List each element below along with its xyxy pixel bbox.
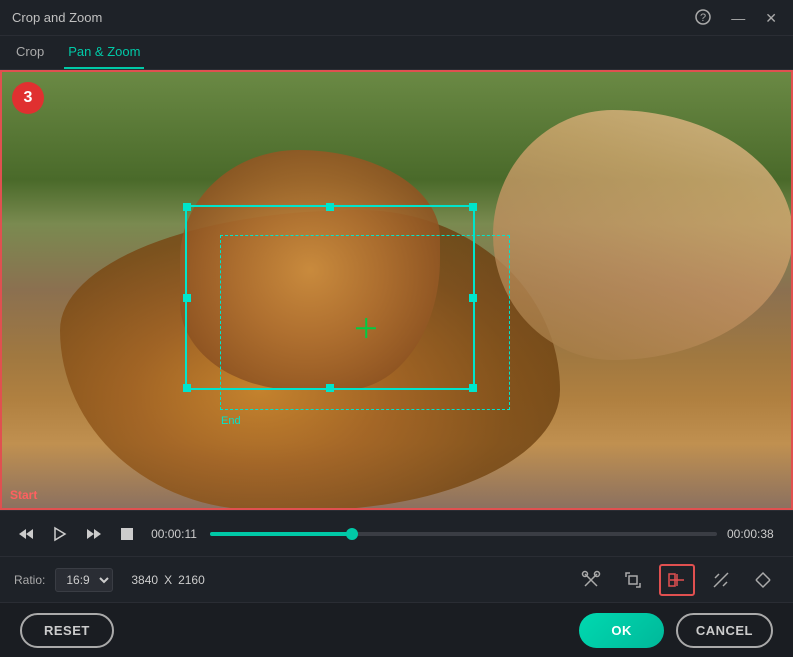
link-icon [711,570,731,590]
ratio-select[interactable]: 16:9 [55,568,113,592]
help-icon: ? [695,9,711,25]
minimize-button[interactable]: — [727,9,749,27]
close-button[interactable]: ✕ [761,9,781,27]
scissors-icon [581,570,601,590]
play-pause-button[interactable] [48,522,72,546]
action-bar: RESET OK CANCEL [0,602,793,657]
tab-crop[interactable]: Crop [12,36,48,69]
transport-bar: 00:00:11 00:00:38 [0,510,793,556]
action-right-buttons: OK CANCEL [579,613,773,648]
cancel-button[interactable]: CANCEL [676,613,773,648]
step-back-icon [18,526,34,542]
progress-bar[interactable] [210,532,717,536]
dog-head [180,150,440,390]
svg-text:?: ? [700,12,706,24]
stop-button[interactable] [116,523,138,545]
step-back-button[interactable] [14,522,38,546]
window-title: Crop and Zoom [12,10,102,25]
ok-button[interactable]: OK [579,613,664,648]
play-forward-button[interactable] [82,522,106,546]
settings-bar: Ratio: 16:9 3840 X 2160 [0,556,793,602]
dimension-display: 3840 X 2160 [131,573,204,587]
progress-fill [210,532,352,536]
play-icon [52,526,68,542]
frame-badge: 3 [12,82,44,114]
scissors-button[interactable] [575,566,607,594]
help-button[interactable]: ? [691,7,715,29]
current-time: 00:00:11 [148,527,200,541]
ratio-label: Ratio: [14,573,45,587]
reset-button[interactable]: RESET [20,613,114,648]
video-area: 3 End Start [0,70,793,510]
start-label: Start [10,488,37,502]
flip-button[interactable] [747,566,779,594]
link-button[interactable] [705,566,737,594]
play-forward-icon [86,526,102,542]
width-value: 3840 [131,573,158,587]
titlebar: Crop and Zoom ? — ✕ [0,0,793,36]
crop-button[interactable] [617,566,649,594]
dimension-separator: X [164,573,172,587]
stop-icon [120,527,134,541]
titlebar-controls: ? — ✕ [691,7,781,29]
tab-pan-zoom[interactable]: Pan & Zoom [64,36,144,69]
flip-icon [753,570,773,590]
split-button[interactable] [659,564,695,596]
minimize-icon: — [731,10,745,26]
height-value: 2160 [178,573,205,587]
total-time: 00:00:38 [727,527,779,541]
crop-icon [623,570,643,590]
close-icon: ✕ [765,10,777,26]
split-icon [667,570,687,590]
tabs-bar: Crop Pan & Zoom [0,36,793,70]
progress-thumb[interactable] [346,528,358,540]
